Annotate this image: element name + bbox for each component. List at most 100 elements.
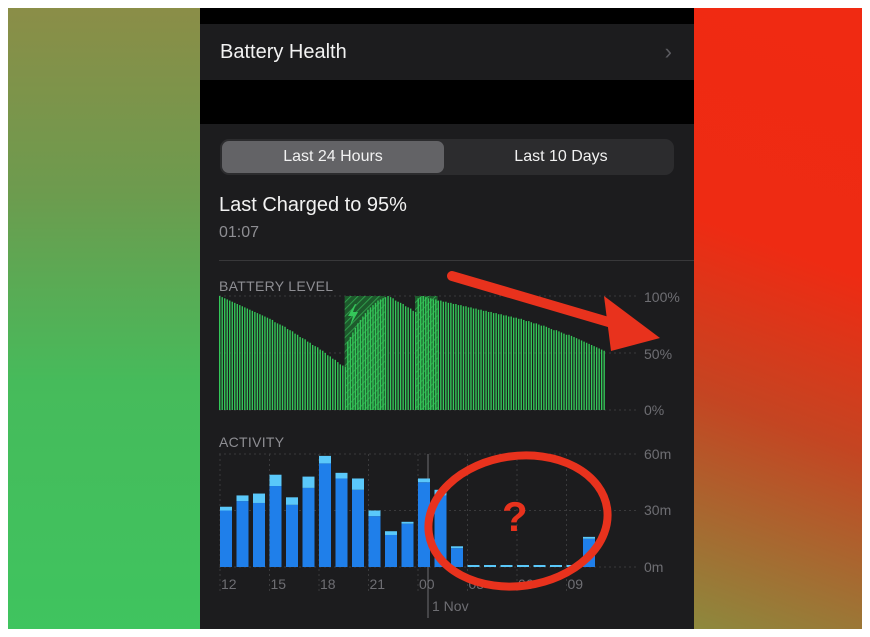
battery-bar bbox=[286, 329, 289, 410]
battery-bar bbox=[334, 359, 336, 410]
battery-bar bbox=[583, 341, 585, 410]
battery-bar bbox=[510, 316, 512, 410]
battery-bar bbox=[485, 310, 487, 410]
activity-bar-screen-off bbox=[236, 495, 249, 502]
battery-bar bbox=[347, 341, 349, 410]
activity-bar-screen-off bbox=[401, 521, 414, 524]
activity-bar-screen-off bbox=[335, 472, 348, 479]
battery-bar bbox=[306, 341, 309, 410]
battery-bar bbox=[276, 323, 279, 410]
battery-bar bbox=[322, 350, 324, 410]
battery-bar bbox=[588, 343, 590, 410]
activity-bar-screen-on bbox=[583, 538, 595, 567]
battery-bar bbox=[337, 362, 339, 410]
activity-x-tick: 18 bbox=[320, 576, 336, 592]
activity-bar-screen-off bbox=[269, 474, 282, 487]
battery-bar bbox=[502, 315, 505, 410]
battery-bar bbox=[229, 300, 231, 410]
battery-bar bbox=[422, 296, 424, 410]
activity-bar-screen-off bbox=[286, 497, 298, 505]
battery-bar bbox=[603, 350, 605, 410]
battery-bar bbox=[219, 296, 221, 410]
battery-bar bbox=[344, 366, 347, 410]
battery-bar bbox=[236, 303, 238, 410]
battery-bar bbox=[505, 315, 507, 410]
activity-bar-screen-on bbox=[220, 510, 232, 567]
activity-bar-screen-on bbox=[451, 548, 463, 567]
battery-bar bbox=[520, 318, 522, 410]
battery-bar bbox=[570, 335, 573, 410]
battery-bar bbox=[364, 313, 367, 410]
battery-bar bbox=[487, 311, 490, 410]
activity-x-tick: 00 bbox=[419, 576, 435, 592]
activity-bar-screen-on bbox=[385, 534, 397, 567]
activity-x-tick: 09 bbox=[568, 576, 584, 592]
battery-bar bbox=[324, 353, 326, 410]
battery-bar bbox=[349, 337, 352, 410]
battery-bar bbox=[460, 305, 462, 410]
battery-bar bbox=[560, 332, 563, 410]
battery-bar bbox=[339, 364, 342, 410]
battery-bar bbox=[515, 317, 517, 410]
battery-bar bbox=[513, 317, 515, 410]
battery-bar bbox=[374, 302, 377, 410]
battery-bar bbox=[319, 349, 321, 410]
activity-bar-screen-off bbox=[385, 531, 397, 535]
battery-bar bbox=[367, 309, 369, 410]
battery-bar bbox=[251, 310, 254, 410]
battery-bar bbox=[585, 342, 588, 410]
battery-bar bbox=[256, 313, 259, 410]
battery-bar bbox=[593, 346, 595, 410]
battery-bar bbox=[362, 316, 364, 410]
battery-bar bbox=[477, 309, 480, 410]
battery-bar bbox=[387, 296, 389, 410]
battery-bar bbox=[555, 330, 558, 410]
activity-x-tick: 15 bbox=[271, 576, 287, 592]
battery-bar bbox=[296, 334, 299, 410]
battery-bar bbox=[447, 302, 450, 410]
battery-bar bbox=[482, 310, 485, 410]
battery-bar bbox=[244, 307, 246, 410]
battery-bar bbox=[492, 313, 495, 410]
battery-bar bbox=[462, 306, 465, 410]
battery-bar bbox=[359, 319, 362, 410]
activity-bar-screen-off bbox=[352, 478, 364, 490]
battery-bar bbox=[470, 307, 472, 410]
battery-bar bbox=[299, 337, 301, 410]
activity-bar-screen-off bbox=[451, 546, 463, 549]
battery-bar bbox=[580, 340, 583, 410]
activity-bar-screen-on bbox=[319, 463, 331, 567]
battery-bar bbox=[369, 307, 372, 410]
activity-x-tick: 12 bbox=[221, 576, 237, 592]
battery-bar bbox=[291, 331, 294, 410]
battery-bar bbox=[294, 333, 296, 410]
battery-bar bbox=[573, 337, 575, 410]
battery-bar bbox=[279, 324, 281, 410]
battery-bar bbox=[309, 342, 311, 410]
battery-bar bbox=[289, 330, 291, 410]
battery-bar bbox=[234, 302, 236, 410]
battery-bar bbox=[497, 314, 500, 410]
battery-bar bbox=[415, 311, 417, 410]
battery-bar bbox=[575, 338, 578, 410]
battery-bar bbox=[495, 313, 497, 410]
battery-bar bbox=[397, 301, 399, 410]
battery-bar bbox=[281, 325, 284, 410]
battery-bar bbox=[480, 309, 482, 410]
battery-bar bbox=[435, 299, 437, 410]
battery-bar bbox=[264, 316, 266, 410]
battery-bar bbox=[538, 324, 540, 410]
battery-bar bbox=[226, 299, 228, 410]
battery-bar bbox=[430, 298, 432, 410]
battery-bar bbox=[445, 301, 447, 410]
battery-bar bbox=[420, 297, 422, 410]
battery-bar bbox=[304, 339, 306, 410]
activity-x-tick: 21 bbox=[370, 576, 386, 592]
battery-bar bbox=[425, 297, 427, 410]
battery-bar bbox=[525, 321, 527, 410]
battery-bar bbox=[254, 311, 256, 410]
battery-bar bbox=[490, 311, 492, 410]
battery-bar bbox=[500, 314, 502, 410]
battery-bar bbox=[354, 327, 357, 410]
battery-bar bbox=[284, 326, 286, 410]
